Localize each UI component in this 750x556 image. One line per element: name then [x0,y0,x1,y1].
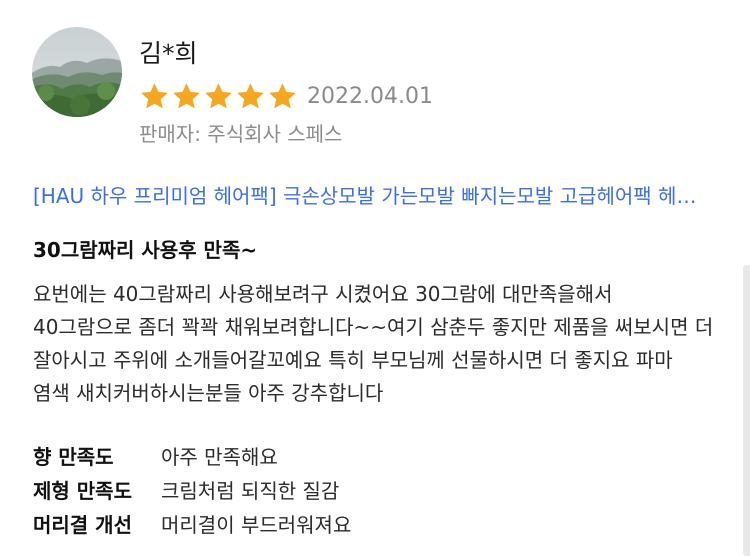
review-date: 2022.04.01 [307,83,433,109]
attribute-row-hair: 머리결 개선 머리결이 부드러워져요 [33,506,715,540]
star-icon [141,82,168,108]
attribute-value: 머리결이 부드러워져요 [161,512,352,537]
seller-name: 판매자: 주식회사 스페스 [139,122,343,146]
attribute-label: 머리결 개선 [33,512,132,537]
star-icon [237,82,264,108]
star-icon [205,82,232,108]
star-icon [269,82,296,108]
attribute-label: 향 만족도 [33,444,114,469]
star-rating [139,81,299,112]
review-body: 요번에는 40그람짜리 사용해보려구 시켰어요 30그람에 대만족을해서 40그… [33,282,714,405]
review-attributes: 향 만족도 아주 만족해요 제형 만족도 크림처럼 되직한 질감 머리결 개선 … [33,438,715,540]
reviewer-avatar[interactable] [32,27,122,117]
avatar-photo [32,27,122,117]
attribute-value: 크림처럼 되직한 질감 [161,478,340,503]
attribute-row-scent: 향 만족도 아주 만족해요 [33,438,715,472]
attribute-row-texture: 제형 만족도 크림처럼 되직한 질감 [33,472,715,506]
attribute-value: 아주 만족해요 [161,444,278,469]
product-link[interactable]: [HAU 하우 프리미엄 헤어팩] 극손상모발 가는모발 빠지는모발 고급헤어팩… [33,180,713,209]
star-icon [173,82,200,108]
review-card: 김*희 2022.04.01 판매자: 주식회사 스페스 [HAU 하우 프리미… [0,0,750,556]
scrollbar[interactable] [743,265,750,556]
attribute-label: 제형 만족도 [33,478,132,503]
rating-row: 2022.04.01 [139,79,433,113]
reviewer-name: 김*희 [139,39,198,68]
review-title: 30그람짜리 사용후 만족~ [33,238,258,262]
